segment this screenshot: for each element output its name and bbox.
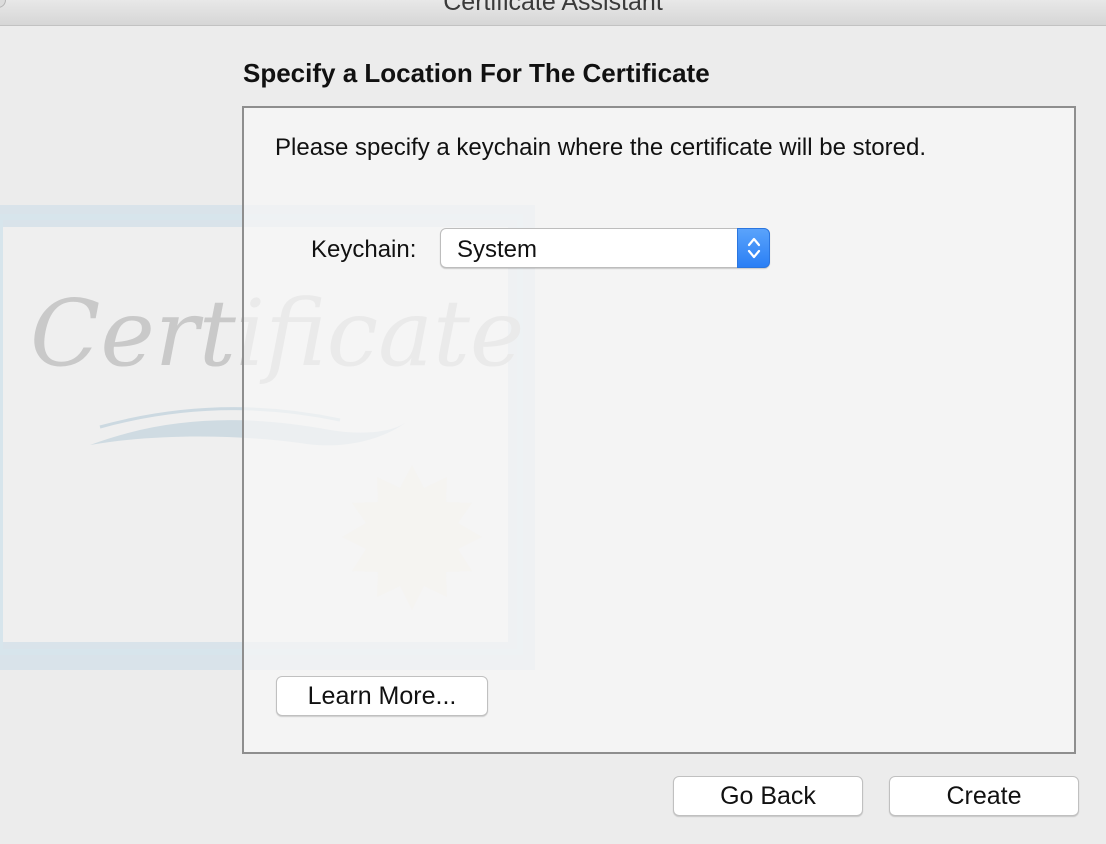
updown-chevron-icon: [737, 228, 770, 268]
go-back-button[interactable]: Go Back: [673, 776, 863, 816]
page-title: Specify a Location For The Certificate: [243, 58, 710, 88]
window-titlebar: Certificate Assistant: [0, 0, 1106, 26]
create-button[interactable]: Create: [889, 776, 1079, 816]
learn-more-button[interactable]: Learn More...: [276, 676, 488, 716]
keychain-popup[interactable]: System: [440, 228, 770, 268]
content-panel: Please specify a keychain where the cert…: [242, 106, 1076, 754]
window-title: Certificate Assistant: [443, 0, 663, 16]
keychain-popup-value: System: [457, 236, 538, 263]
instruction-text: Please specify a keychain where the cert…: [275, 134, 926, 161]
keychain-label: Keychain:: [311, 236, 417, 263]
